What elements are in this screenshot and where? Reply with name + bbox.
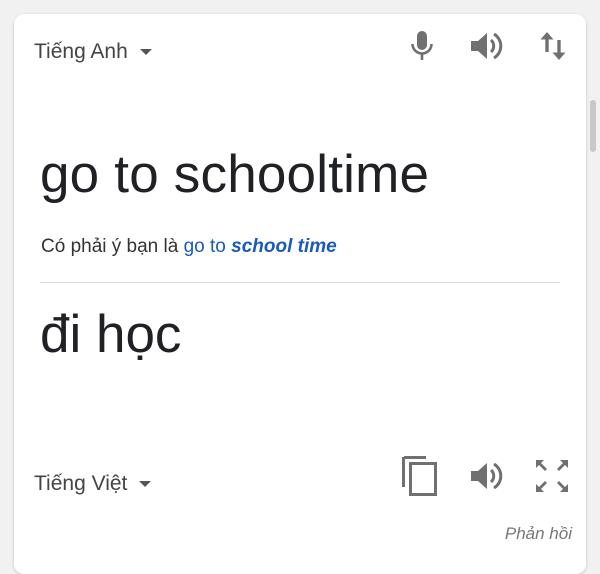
- listen-source-button[interactable]: [466, 26, 506, 66]
- suggestion-emphasized: school time: [231, 236, 337, 257]
- listen-translation-button[interactable]: [466, 456, 506, 496]
- swap-languages-button[interactable]: [533, 26, 573, 66]
- speaker-icon: [471, 32, 503, 60]
- copy-icon: [402, 456, 437, 496]
- translation-text: đi học: [40, 305, 182, 364]
- source-text[interactable]: go to schooltime: [40, 144, 429, 205]
- caret-down-icon: [139, 481, 152, 487]
- scrollbar[interactable]: [590, 100, 596, 152]
- suggestion-plain: go to: [183, 236, 226, 257]
- feedback-link[interactable]: Phản hồi: [505, 524, 572, 544]
- target-language-select[interactable]: Tiếng Việt: [34, 472, 152, 496]
- microphone-button[interactable]: [402, 26, 442, 66]
- divider: [40, 282, 560, 283]
- source-language-select[interactable]: Tiếng Anh: [34, 40, 152, 64]
- copy-button[interactable]: [400, 456, 440, 496]
- suggestion-link[interactable]: go to school time: [184, 236, 337, 257]
- fullscreen-icon: [536, 460, 568, 492]
- did-you-mean-prefix: Có phải ý bạn là: [41, 236, 179, 257]
- did-you-mean: Có phải ý bạn là go to school time: [41, 236, 337, 258]
- caret-down-icon: [139, 49, 152, 55]
- speaker-icon: [471, 462, 503, 490]
- swap-icon: [540, 32, 566, 60]
- target-language-label: Tiếng Việt: [34, 472, 128, 495]
- source-language-label: Tiếng Anh: [34, 40, 128, 63]
- fullscreen-button[interactable]: [532, 456, 572, 496]
- translate-card: Tiếng Anh go to schooltime Có phải ý bạn…: [14, 14, 586, 574]
- microphone-icon: [411, 31, 433, 60]
